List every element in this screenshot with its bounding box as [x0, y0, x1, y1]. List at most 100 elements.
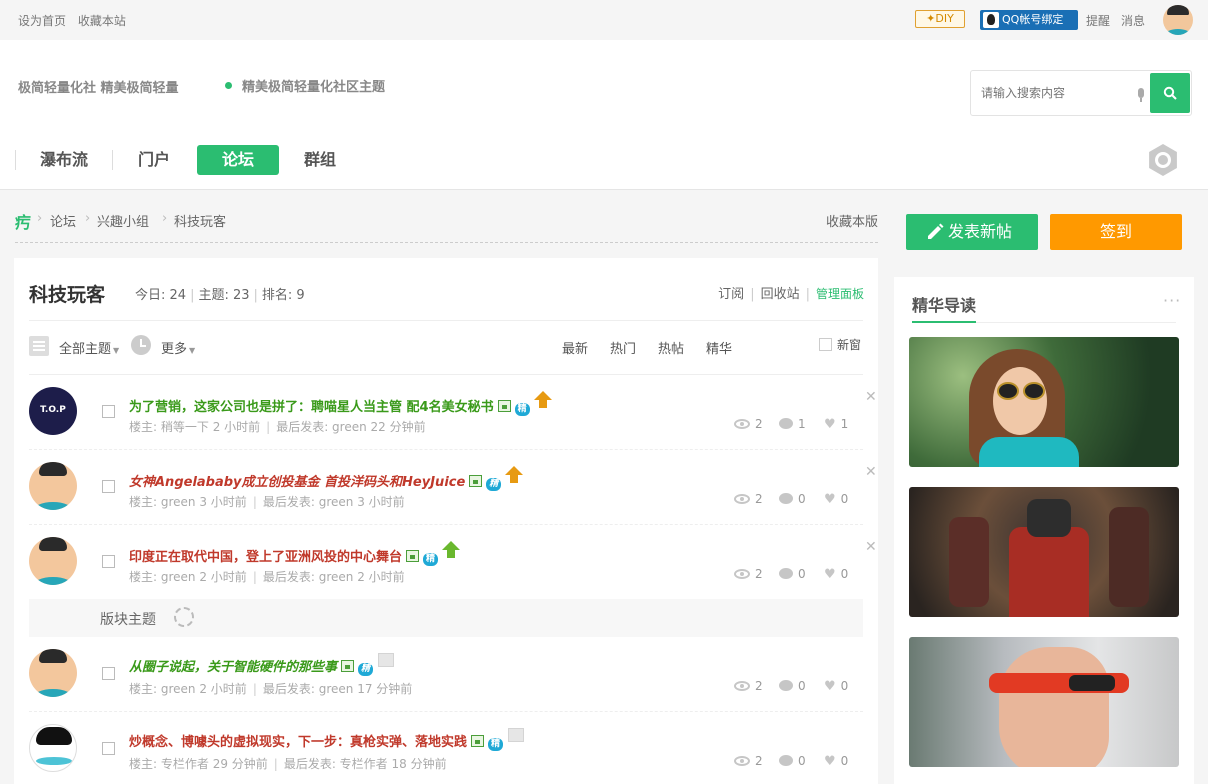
search-box — [970, 70, 1192, 116]
heart-icon: ♥ — [824, 417, 836, 432]
essence-badge: 精 — [514, 403, 530, 416]
new-window-toggle[interactable]: 新窗 — [819, 336, 861, 353]
essence-title: 精华导读 — [912, 296, 977, 315]
avatar[interactable] — [29, 537, 77, 585]
favorite-board-link[interactable]: 收藏本版 — [826, 211, 878, 230]
home-icon[interactable]: 㽲 — [15, 209, 31, 233]
avatar[interactable] — [29, 387, 77, 435]
close-icon[interactable]: ✕ — [865, 389, 877, 405]
qq-bind-button[interactable]: QQ帐号绑定 — [980, 10, 1078, 30]
nav-item-forum[interactable]: 论坛 — [197, 145, 279, 175]
forum-stats: 今日: 24 | 主题: 23 | 排名: 9 — [135, 288, 305, 303]
avatar[interactable] — [29, 649, 77, 697]
new-window-checkbox[interactable] — [819, 338, 832, 351]
nav-item-portal[interactable]: 门户 — [121, 145, 187, 175]
essence-image-woman-sunglasses[interactable] — [909, 337, 1179, 467]
avatar[interactable] — [29, 462, 77, 510]
thread-last-post: 最后发表: green 2 小时前 — [262, 570, 405, 584]
eye-icon — [734, 494, 750, 504]
table-row[interactable]: 从圈子说起，关于智能硬件的那些事 精 楼主: green 2 小时前 | 最后发表: … — [29, 637, 863, 712]
essence-image-smart-glasses[interactable] — [909, 637, 1179, 767]
nav-item-waterfall[interactable]: 瀑布流 — [28, 145, 100, 175]
qq-penguin-icon — [983, 12, 999, 28]
thread-title-text: 为了营销，这家公司也是拼了：聘喵星人当主管 配4名美女秘书 — [129, 400, 494, 415]
thread-checkbox[interactable] — [102, 742, 115, 755]
new-post-button[interactable]: 发表新帖 — [906, 214, 1038, 250]
image-attachment-icon — [469, 475, 483, 487]
filter-more[interactable]: 更多 ▼ — [161, 338, 195, 357]
diy-button[interactable]: ✦DIY — [915, 10, 965, 28]
message-link[interactable]: 消息 — [1121, 12, 1145, 29]
breadcrumb-forum[interactable]: 论坛 — [50, 211, 76, 230]
views-count: 2 — [734, 492, 763, 506]
close-icon[interactable]: ✕ — [865, 539, 877, 555]
essence-badge: 精 — [423, 553, 439, 566]
nav-item-group[interactable]: 群组 — [287, 145, 353, 175]
close-icon[interactable]: ✕ — [865, 464, 877, 480]
thread-title[interactable]: 从圈子说起，关于智能硬件的那些事 精 — [129, 653, 395, 676]
thread-title-text: 从圈子说起，关于智能硬件的那些事 — [129, 660, 338, 675]
board-topics-label: 版块主题 — [100, 612, 156, 628]
thread-author: 楼主: 稍等一下 — [129, 420, 209, 434]
filter-all-topics[interactable]: 全部主题 ▼ — [59, 338, 119, 357]
thread-title-text: 炒概念、博噱头的虚拟现实，下一步：真枪实弹、落地实践 — [129, 735, 468, 750]
thread-author: 楼主: green — [129, 495, 196, 509]
set-homepage-link[interactable]: 设为首页 — [18, 14, 66, 28]
eye-icon — [734, 419, 750, 429]
bump-up-icon — [442, 541, 461, 559]
replies-count: 0 — [779, 679, 806, 693]
search-input[interactable] — [981, 83, 1131, 103]
heart-icon: ♥ — [824, 492, 836, 507]
essence-image-game-characters[interactable] — [909, 487, 1179, 617]
sort-latest[interactable]: 最新 — [562, 338, 588, 357]
table-row[interactable]: 女神Angelababy成立创投基金 首投洋码头和HeyJuice 精 楼主: g… — [29, 450, 877, 525]
breadcrumb-interest-group[interactable]: 兴趣小组 — [97, 211, 149, 230]
sign-in-button[interactable]: 签到 — [1050, 214, 1182, 250]
thread-meta: 楼主: green 3 小时前 | 最后发表: green 3 小时前 — [129, 495, 405, 509]
stat-topics: 主题: 23 — [198, 288, 250, 303]
table-row[interactable]: 炒概念、博噱头的虚拟现实，下一步：真枪实弹、落地实践 精 楼主: 专栏作者 29 … — [29, 712, 863, 784]
board-topics-separator: 版块主题 — [29, 599, 863, 637]
thread-last-post: 最后发表: green 22 分钟前 — [276, 420, 426, 434]
thread-filters: 全部主题 ▼ 更多 ▼ 最新 热门 热帖 精华 新窗 — [29, 334, 863, 360]
thread-checkbox[interactable] — [102, 405, 115, 418]
replies-count: 1 — [779, 417, 806, 431]
thread-title[interactable]: 炒概念、博噱头的虚拟现实，下一步：真枪实弹、落地实践 精 — [129, 728, 525, 751]
recycle-bin-link[interactable]: 回收站 — [761, 287, 800, 302]
comment-icon — [779, 755, 793, 766]
avatar[interactable] — [29, 724, 77, 772]
sort-popular[interactable]: 热门 — [610, 338, 636, 357]
more-icon[interactable]: ··· — [1163, 291, 1181, 310]
filter-more-label: 更多 — [161, 342, 188, 357]
remind-link[interactable]: 提醒 — [1086, 12, 1110, 29]
table-row[interactable]: 为了营销，这家公司也是拼了：聘喵星人当主管 配4名美女秘书 精 楼主: 稍等一下 … — [29, 375, 877, 450]
thread-title[interactable]: 女神Angelababy成立创投基金 首投洋码头和HeyJuice 精 — [129, 466, 524, 491]
site-subtitle: 精美极简轻量化社区主题 — [242, 80, 386, 95]
user-avatar[interactable] — [1163, 5, 1193, 35]
sort-hot[interactable]: 热帖 — [658, 338, 684, 357]
essence-badge: 精 — [358, 663, 374, 676]
dot-icon — [225, 82, 232, 89]
thread-title[interactable]: 印度正在取代中国，登上了亚洲风投的中心舞台 精 — [129, 541, 461, 566]
thread-last-post: 最后发表: green 3 小时前 — [262, 495, 405, 509]
views-count: 2 — [734, 567, 763, 581]
nav-divider — [112, 150, 113, 170]
search-button[interactable] — [1150, 73, 1190, 113]
replies-count: 0 — [779, 492, 806, 506]
thread-time: 2 小时前 — [199, 570, 247, 584]
microphone-icon[interactable] — [1137, 88, 1145, 102]
admin-panel-link[interactable]: 管理面板 — [816, 287, 864, 301]
thread-checkbox[interactable] — [102, 667, 115, 680]
thread-checkbox[interactable] — [102, 480, 115, 493]
thread-last-post: 最后发表: green 17 分钟前 — [262, 682, 413, 696]
bookmark-site-link[interactable]: 收藏本站 — [78, 14, 126, 28]
subscribe-link[interactable]: 订阅 — [718, 287, 744, 302]
thread-title[interactable]: 为了营销，这家公司也是拼了：聘喵星人当主管 配4名美女秘书 精 — [129, 391, 552, 416]
table-row[interactable]: 印度正在取代中国，登上了亚洲风投的中心舞台 精 楼主: green 2 小时前 | 最… — [29, 525, 877, 600]
loading-spinner-icon — [174, 607, 194, 627]
divider — [29, 320, 863, 321]
thread-checkbox[interactable] — [102, 555, 115, 568]
sort-essence[interactable]: 精华 — [706, 338, 732, 357]
gear-icon[interactable] — [1146, 143, 1180, 177]
title-underline — [912, 321, 976, 323]
